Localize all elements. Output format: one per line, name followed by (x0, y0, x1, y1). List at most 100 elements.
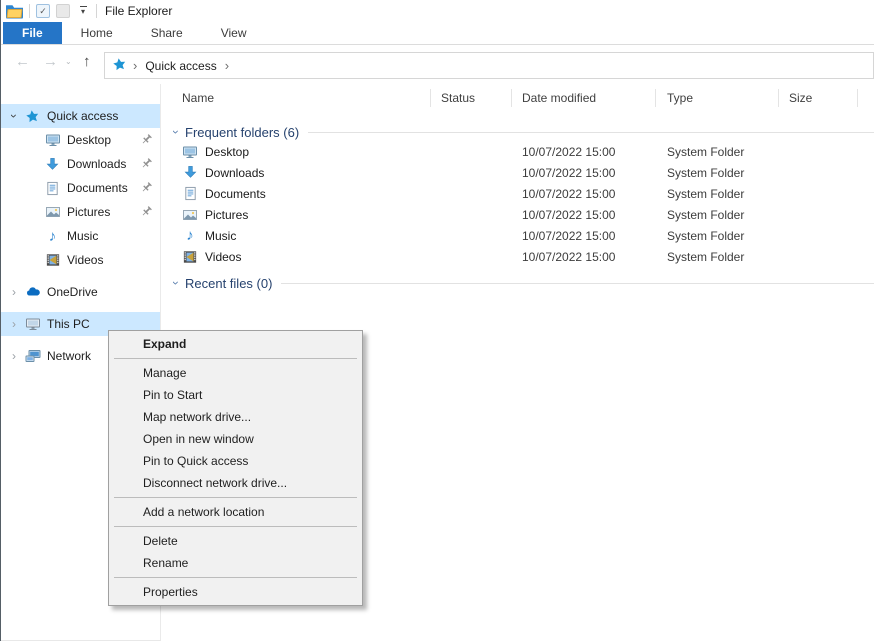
tab-view[interactable]: View (202, 22, 266, 44)
menu-item-expand[interactable]: Expand (109, 333, 362, 355)
menu-item-properties[interactable]: Properties (109, 581, 362, 603)
tab-file[interactable]: File (3, 22, 62, 44)
history-dropdown-icon[interactable]: ⌄ (65, 57, 72, 66)
column-header-type[interactable]: Type (656, 84, 779, 112)
file-explorer-logo-icon (6, 4, 23, 19)
sidebar-item-label: Videos (67, 253, 103, 267)
qat-properties-button[interactable]: ✓ (36, 4, 50, 18)
music-note-icon: ♪ (182, 228, 198, 244)
file-row-documents[interactable]: Documents 10/07/2022 15:00 System Folder (162, 183, 874, 204)
chevron-collapsed-icon[interactable]: › (7, 317, 21, 331)
sidebar-item-label: Network (47, 349, 91, 363)
qat-separator (96, 4, 97, 18)
forward-arrow-icon[interactable]: → (43, 53, 58, 70)
sidebar-item-label: Desktop (67, 133, 111, 147)
file-row-music[interactable]: ♪Music 10/07/2022 15:00 System Folder (162, 225, 874, 246)
column-header-date-modified[interactable]: Date modified (512, 84, 656, 112)
chevron-collapsed-icon[interactable]: › (7, 285, 21, 299)
column-headers: Name Status Date modified Type Size (162, 84, 874, 112)
file-row-pictures[interactable]: Pictures 10/07/2022 15:00 System Folder (162, 204, 874, 225)
sidebar-item-label: This PC (47, 317, 90, 331)
menu-item-pin-to-quick-access[interactable]: Pin to Quick access (109, 450, 362, 472)
tab-home[interactable]: Home (62, 22, 132, 44)
sidebar-item-videos[interactable]: Videos (1, 248, 160, 272)
group-rule (308, 132, 874, 133)
menu-separator (114, 577, 357, 578)
ribbon-tabs: File Home Share View (1, 22, 874, 45)
desktop-monitor-icon (44, 132, 61, 148)
group-chevron-icon[interactable]: › (169, 125, 183, 139)
chevron-collapsed-icon[interactable]: › (7, 349, 21, 363)
film-strip-icon (182, 249, 198, 265)
breadcrumb-quick-access[interactable]: Quick access (143, 59, 218, 73)
sidebar-item-onedrive[interactable]: › OneDrive (1, 280, 160, 304)
address-bar[interactable]: › Quick access › (104, 52, 874, 79)
picture-photo-icon (44, 204, 61, 220)
picture-photo-icon (182, 207, 198, 223)
menu-item-delete[interactable]: Delete (109, 530, 362, 552)
pin-icon (140, 181, 153, 194)
menu-item-disconnect-network-drive[interactable]: Disconnect network drive... (109, 472, 362, 494)
sidebar-item-label: Music (67, 229, 98, 243)
breadcrumb-chevron-icon[interactable]: › (223, 58, 231, 73)
qat-separator (29, 4, 30, 18)
pc-monitor-icon (24, 316, 41, 332)
menu-item-map-network-drive[interactable]: Map network drive... (109, 406, 362, 428)
column-header-status[interactable]: Status (431, 84, 512, 112)
column-header-size[interactable]: Size (779, 84, 858, 112)
qat-customize-dropdown-icon[interactable]: ▾ (76, 4, 90, 18)
sidebar-item-label: Documents (67, 181, 128, 195)
menu-item-add-network-location[interactable]: Add a network location (109, 501, 362, 523)
sidebar-item-quick-access[interactable]: › Quick access (1, 104, 160, 128)
sidebar-item-label: Pictures (67, 205, 110, 219)
onedrive-cloud-icon (24, 284, 41, 300)
pin-icon (140, 205, 153, 218)
group-rule (281, 283, 874, 284)
window-title: File Explorer (105, 4, 172, 18)
back-arrow-icon[interactable]: ← (15, 53, 30, 70)
sidebar-item-music[interactable]: ♪ Music (1, 224, 160, 248)
up-arrow-icon[interactable]: ↑ (83, 53, 91, 70)
menu-item-open-in-new-window[interactable]: Open in new window (109, 428, 362, 450)
download-arrow-icon (44, 156, 61, 172)
sidebar-item-downloads[interactable]: Downloads (1, 152, 160, 176)
sidebar-item-label: Downloads (67, 157, 126, 171)
context-menu-this-pc: Expand Manage Pin to Start Map network d… (108, 330, 363, 606)
sidebar-item-label: Quick access (47, 109, 118, 123)
column-header-name[interactable]: Name (162, 84, 431, 112)
music-note-icon: ♪ (44, 228, 61, 244)
document-page-icon (182, 186, 198, 202)
sidebar-item-desktop[interactable]: Desktop (1, 128, 160, 152)
sidebar-item-label: OneDrive (47, 285, 98, 299)
document-page-icon (44, 180, 61, 196)
group-header-recent-files[interactable]: › Recent files (0) (162, 274, 874, 292)
menu-item-pin-to-start[interactable]: Pin to Start (109, 384, 362, 406)
address-row: ← → ⌄ ↑ › Quick access › (1, 45, 874, 83)
sidebar-item-pictures[interactable]: Pictures (1, 200, 160, 224)
tab-share[interactable]: Share (132, 22, 202, 44)
sidebar-item-documents[interactable]: Documents (1, 176, 160, 200)
qat-customize-bar (80, 6, 87, 7)
qat-new-folder-button-disabled (56, 4, 70, 18)
pin-icon (140, 157, 153, 170)
group-chevron-icon[interactable]: › (169, 276, 183, 290)
menu-item-manage[interactable]: Manage (109, 362, 362, 384)
network-computers-icon (24, 348, 41, 364)
quick-access-star-icon (112, 57, 127, 75)
file-row-videos[interactable]: Videos 10/07/2022 15:00 System Folder (162, 246, 874, 267)
menu-item-rename[interactable]: Rename (109, 552, 362, 574)
menu-separator (114, 358, 357, 359)
group-header-frequent-folders[interactable]: › Frequent folders (6) (162, 123, 874, 141)
file-explorer-window: ✓ ▾ File Explorer File Home Share View ←… (0, 0, 874, 641)
pin-icon (140, 133, 153, 146)
chevron-expanded-icon[interactable]: › (7, 109, 21, 123)
breadcrumb-chevron-icon: › (131, 58, 139, 73)
desktop-monitor-icon (182, 144, 198, 160)
menu-separator (114, 497, 357, 498)
quick-access-star-icon (24, 108, 41, 124)
film-strip-icon (44, 252, 61, 268)
logo-folder-front (7, 9, 23, 18)
file-row-desktop[interactable]: Desktop 10/07/2022 15:00 System Folder (162, 141, 874, 162)
file-row-downloads[interactable]: Downloads 10/07/2022 15:00 System Folder (162, 162, 874, 183)
titlebar: ✓ ▾ File Explorer (1, 0, 874, 22)
